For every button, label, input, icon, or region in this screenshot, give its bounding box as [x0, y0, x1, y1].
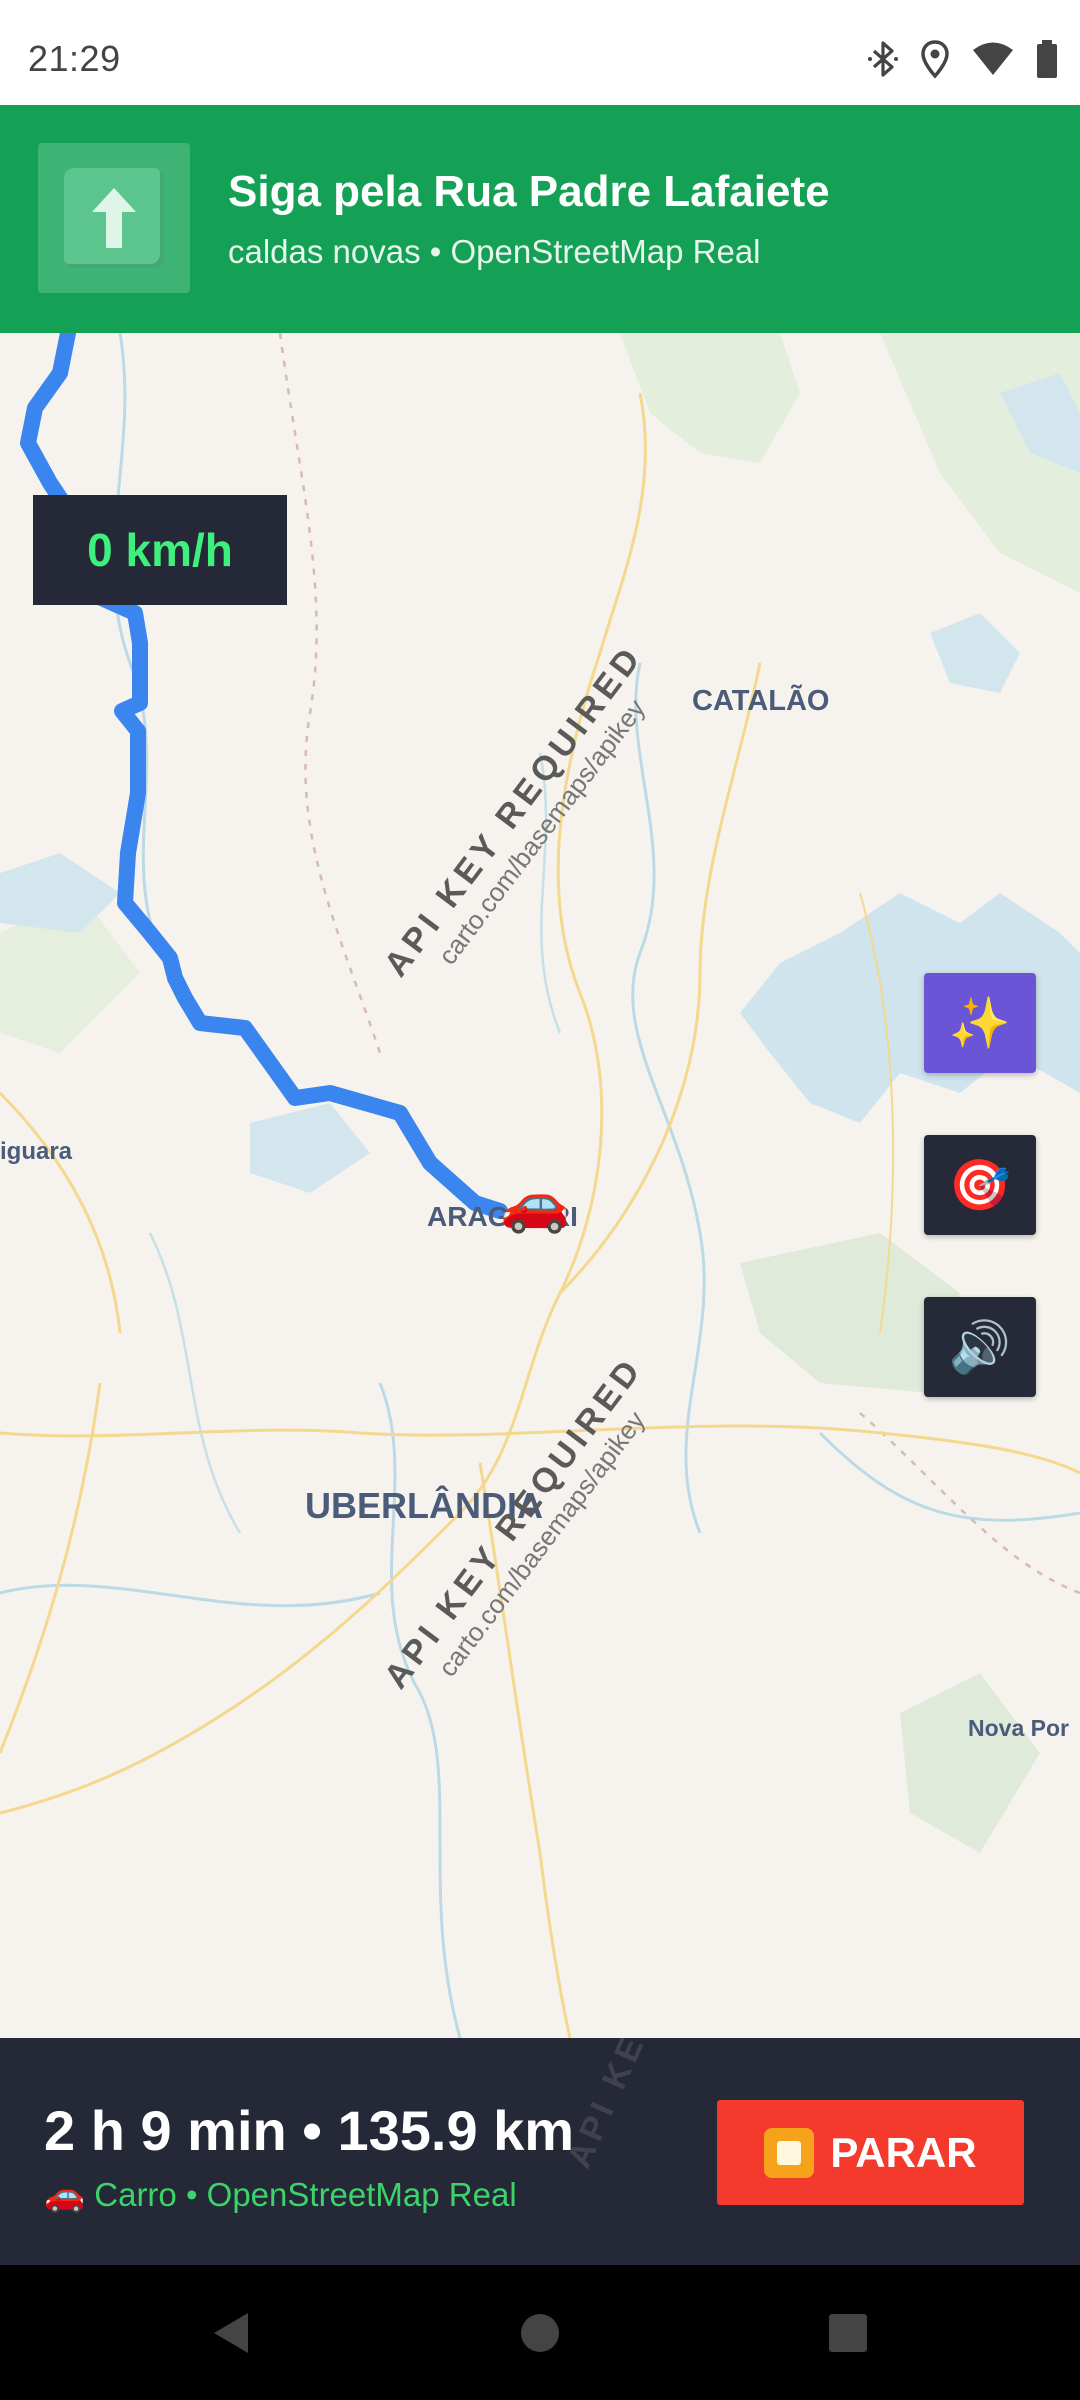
- recents-icon[interactable]: [818, 2305, 878, 2361]
- location-icon: [920, 39, 950, 79]
- recenter-button[interactable]: 🎯: [924, 1135, 1036, 1235]
- status-bar: 21:29: [0, 0, 1080, 105]
- travel-mode-text: 🚗 Carro • OpenStreetMap Real: [44, 2176, 517, 2213]
- sound-button[interactable]: 🔊: [924, 1297, 1036, 1397]
- home-icon[interactable]: [510, 2305, 570, 2361]
- navigation-banner: Siga pela Rua Padre Lafaiete caldas nova…: [0, 105, 1080, 333]
- battery-icon: [1036, 39, 1058, 79]
- maneuver-indicator: [38, 143, 190, 293]
- eta-distance-text: 2 h 9 min • 135.9 km: [44, 2099, 575, 2162]
- status-icons: [868, 36, 1058, 82]
- system-navigation-bar: [0, 2265, 1080, 2400]
- bluetooth-icon: [868, 39, 898, 79]
- place-label-catalao: CATALÃO: [692, 685, 830, 717]
- status-time: 21:29: [28, 38, 121, 79]
- vehicle-marker: 🚗: [500, 1171, 570, 1234]
- place-label-nova-ponte: Nova Por: [968, 1715, 1069, 1741]
- stop-navigation-button[interactable]: PARAR: [717, 2100, 1024, 2205]
- instruction-text: Siga pela Rua Padre Lafaiete: [228, 167, 830, 216]
- magic-button[interactable]: ✨: [924, 973, 1036, 1073]
- place-label-iguara: iguara: [0, 1138, 73, 1165]
- wifi-icon: [972, 41, 1014, 77]
- back-icon[interactable]: [200, 2305, 260, 2361]
- stop-button-label: PARAR: [830, 2128, 977, 2176]
- trip-summary-panel: API KEY REQUIRED 2 h 9 min • 135.9 km 🚗 …: [0, 2038, 1080, 2265]
- arrow-up-icon: [64, 168, 164, 268]
- speed-indicator: 0 km/h: [33, 495, 287, 605]
- route-source-text: caldas novas • OpenStreetMap Real: [228, 233, 761, 270]
- map-view[interactable]: CATALÃO ARAGUARI UBERLÂNDIA iguara Nova …: [0, 333, 1080, 2038]
- stop-icon: [764, 2127, 815, 2178]
